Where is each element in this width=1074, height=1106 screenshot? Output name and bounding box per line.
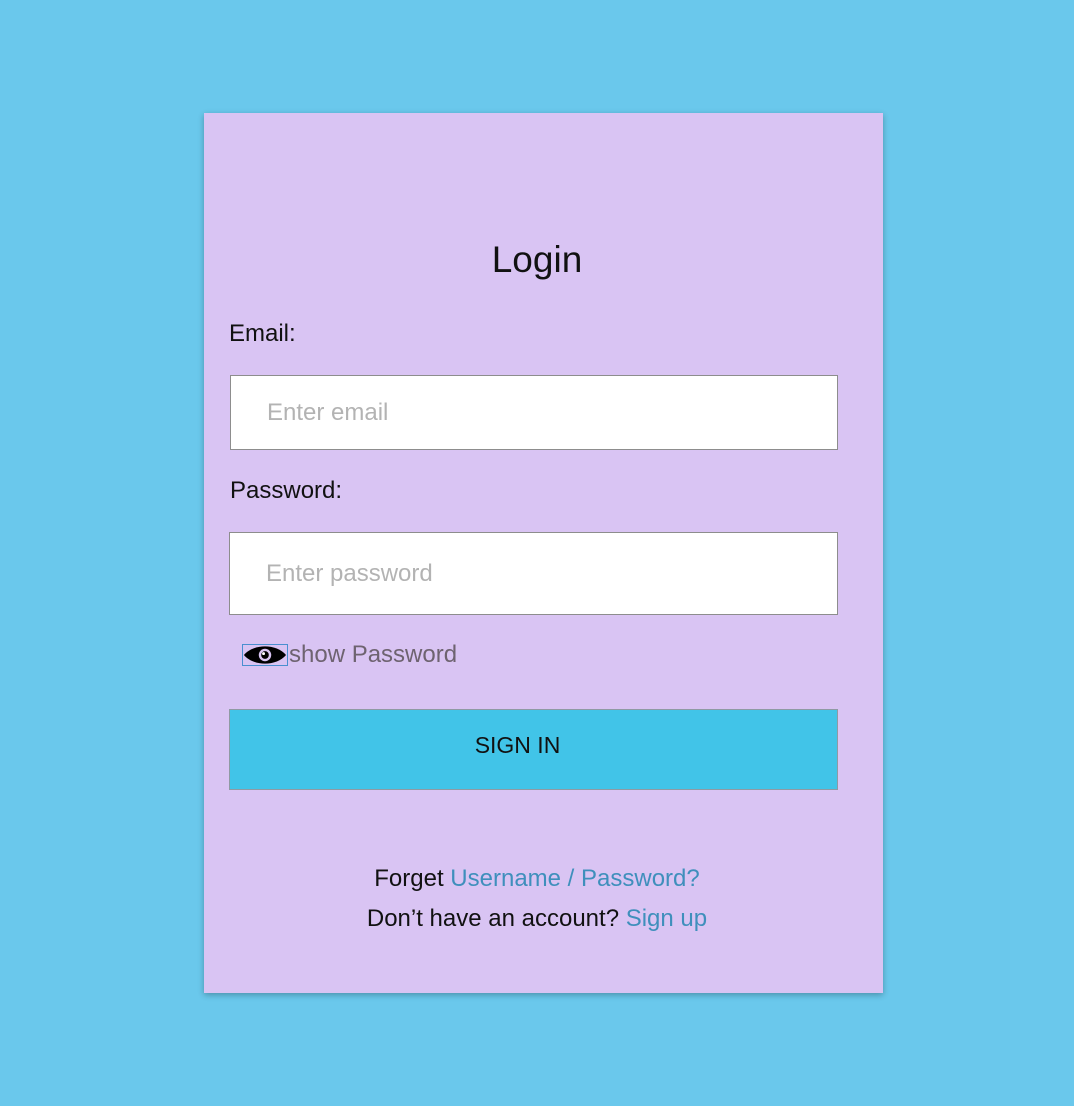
email-label: Email: bbox=[229, 320, 296, 347]
password-label: Password: bbox=[230, 477, 343, 504]
forgot-prefix: Forget bbox=[374, 865, 444, 892]
forgot-credentials-link[interactable]: Username / Password? bbox=[450, 865, 699, 892]
email-field[interactable] bbox=[230, 375, 838, 450]
eye-icon[interactable] bbox=[242, 644, 288, 666]
sign-in-button[interactable]: SIGN IN bbox=[229, 709, 838, 790]
show-password-label: show Password bbox=[289, 641, 458, 668]
forgot-credentials-line: Forget Username / Password? bbox=[0, 864, 1074, 894]
sign-up-link[interactable]: Sign up bbox=[626, 905, 707, 932]
page-title: Login bbox=[491, 239, 583, 280]
no-account-prefix: Don’t have an account? bbox=[366, 905, 620, 932]
signup-line: Don’t have an account? Sign up bbox=[0, 904, 1074, 934]
password-field[interactable] bbox=[229, 532, 838, 615]
show-password-toggle[interactable]: show Password bbox=[242, 641, 457, 669]
